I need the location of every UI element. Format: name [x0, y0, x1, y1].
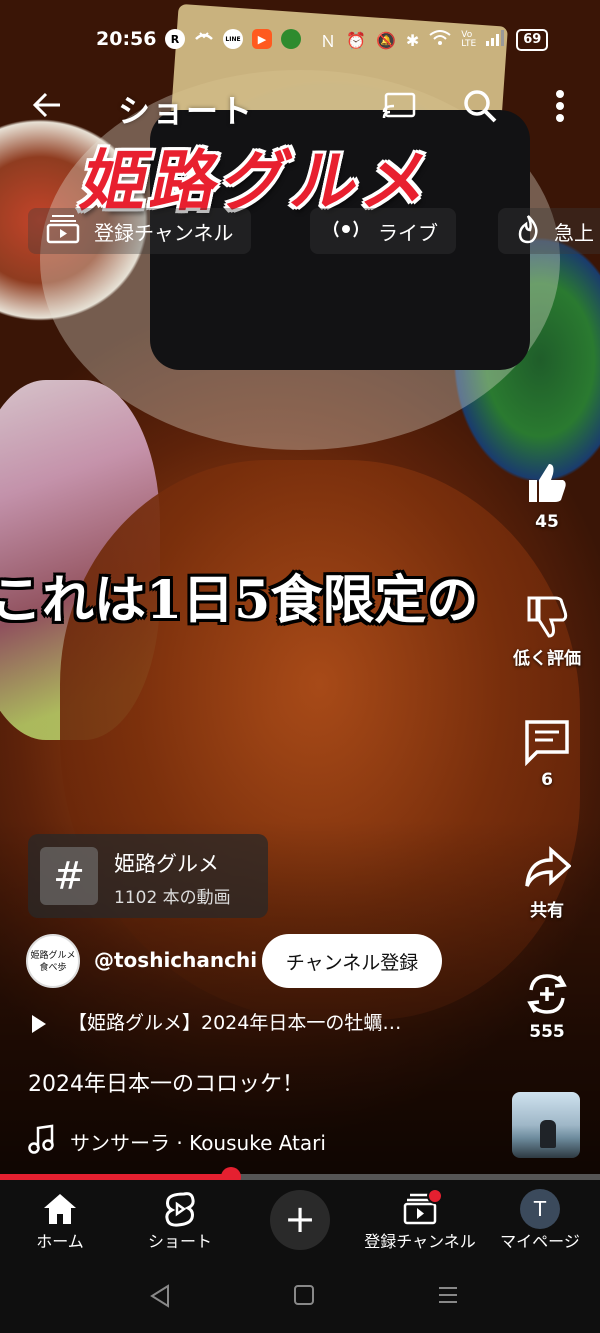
- share-button[interactable]: 共有: [508, 844, 586, 921]
- chip-live[interactable]: ライブ: [310, 208, 456, 254]
- cast-icon[interactable]: [382, 90, 418, 126]
- play-icon: [32, 1014, 46, 1033]
- trending-icon: [516, 214, 540, 249]
- thumbs-down-icon: [508, 592, 586, 644]
- alarm-icon: ⏰: [346, 30, 366, 50]
- comments-button[interactable]: 6: [508, 718, 586, 790]
- like-count: 45: [535, 512, 559, 532]
- comment-icon: [508, 718, 586, 770]
- shorts-screen: 20:56 R LINE ▶ Ｎ ⏰ 🔕 ✱ Vo LTE 69 ショート 姫路…: [0, 0, 600, 1333]
- volte-icon: Vo LTE: [461, 30, 477, 49]
- remix-count: 555: [529, 1022, 565, 1042]
- chip-subscriptions[interactable]: 登録チャンネル: [28, 208, 252, 254]
- chip-trending[interactable]: 急上: [498, 208, 600, 254]
- like-button[interactable]: 45: [508, 460, 586, 532]
- share-icon: [508, 844, 586, 896]
- system-recents-icon[interactable]: [436, 1283, 460, 1314]
- music-note-icon: [28, 1124, 54, 1159]
- create-button[interactable]: +: [270, 1190, 330, 1250]
- live-icon: [328, 217, 364, 246]
- dislike-label: 低く評価: [513, 649, 581, 669]
- subscriptions-icon: [46, 214, 80, 249]
- back-arrow-icon[interactable]: [30, 88, 64, 128]
- music-thumbnail[interactable]: [512, 1092, 580, 1158]
- feed-chips: 登録チャンネル ライブ 急上: [28, 200, 600, 260]
- nav-mypage[interactable]: T マイページ: [475, 1189, 600, 1252]
- bottom-nav: ホーム ショート + 登録チャンネル T マイページ: [0, 1180, 600, 1265]
- more-options-icon[interactable]: [548, 88, 572, 124]
- home-icon: [0, 1190, 125, 1228]
- music-title: サンサーラ · Kousuke Atari: [70, 1131, 326, 1155]
- status-bar: 20:56 R LINE ▶ Ｎ ⏰ 🔕 ✱ Vo LTE 69: [0, 0, 600, 80]
- hashtag-icon: #: [40, 847, 98, 905]
- remix-icon: [508, 970, 586, 1022]
- nav-home-label: ホーム: [36, 1232, 84, 1251]
- wifi-icon: [429, 30, 451, 50]
- nfc-icon: Ｎ: [320, 32, 337, 51]
- subscriptions-nav-icon: [355, 1188, 485, 1228]
- nav-subscriptions-label: 登録チャンネル: [364, 1232, 476, 1251]
- chip-label: ライブ: [378, 220, 438, 245]
- subscribe-button[interactable]: チャンネル登録: [262, 934, 442, 988]
- missed-call-icon: [194, 29, 214, 49]
- thumbs-up-icon: [508, 460, 586, 512]
- android-icon: [281, 29, 301, 49]
- rakuten-link-icon: R: [165, 29, 185, 49]
- status-time: 20:56: [96, 28, 157, 50]
- chip-label: 急上: [554, 220, 594, 245]
- app-notification-icon: ▶: [252, 29, 272, 49]
- linked-video-title-text: 【姫路グルメ】2024年日本一の牡蠣…: [68, 1012, 402, 1034]
- video-description[interactable]: 2024年日本一のコロッケ！: [28, 1066, 304, 1098]
- account-avatar: T: [520, 1189, 560, 1229]
- system-back-icon[interactable]: [148, 1283, 172, 1316]
- nav-mypage-label: マイページ: [500, 1232, 580, 1251]
- hashtag-card[interactable]: # 姫路グルメ 1102 本の動画: [28, 834, 268, 918]
- mute-icon: 🔕: [375, 30, 396, 50]
- channel-avatar[interactable]: 姫路グルメ 食べ歩: [26, 934, 80, 988]
- channel-row: 姫路グルメ 食べ歩 @toshichanchi チャンネル登録: [26, 934, 486, 990]
- channel-handle[interactable]: @toshichanchi: [94, 948, 257, 972]
- hashtag-name: 姫路グルメ: [114, 852, 219, 876]
- system-navigation-bar: [0, 1265, 600, 1333]
- remix-button[interactable]: 555: [508, 970, 586, 1042]
- nav-subscriptions[interactable]: 登録チャンネル: [355, 1188, 485, 1252]
- video-subtitle: これは1日5食限定の: [0, 570, 479, 631]
- shorts-icon: [115, 1190, 245, 1228]
- comment-count: 6: [541, 770, 553, 790]
- search-icon[interactable]: [462, 88, 498, 128]
- plus-icon: +: [284, 1197, 316, 1241]
- chip-label: 登録チャンネル: [94, 220, 234, 245]
- nav-shorts-label: ショート: [147, 1232, 212, 1251]
- page-title: ショート: [118, 92, 255, 130]
- notification-dot: [427, 1188, 443, 1204]
- battery-indicator: 69: [516, 29, 549, 51]
- signal-icon: [486, 30, 506, 50]
- music-row[interactable]: サンサーラ · Kousuke Atari: [28, 1124, 326, 1159]
- linked-video-title[interactable]: 【姫路グルメ】2024年日本一の牡蠣…: [32, 1008, 401, 1035]
- hashtag-video-count: 1102 本の動画: [114, 888, 231, 908]
- dislike-button[interactable]: 低く評価: [508, 592, 586, 669]
- line-icon: LINE: [223, 29, 243, 49]
- nav-shorts[interactable]: ショート: [115, 1190, 245, 1252]
- system-home-icon[interactable]: [292, 1283, 316, 1314]
- share-label: 共有: [530, 901, 564, 921]
- bluetooth-icon: ✱: [405, 30, 420, 50]
- nav-home[interactable]: ホーム: [0, 1190, 125, 1252]
